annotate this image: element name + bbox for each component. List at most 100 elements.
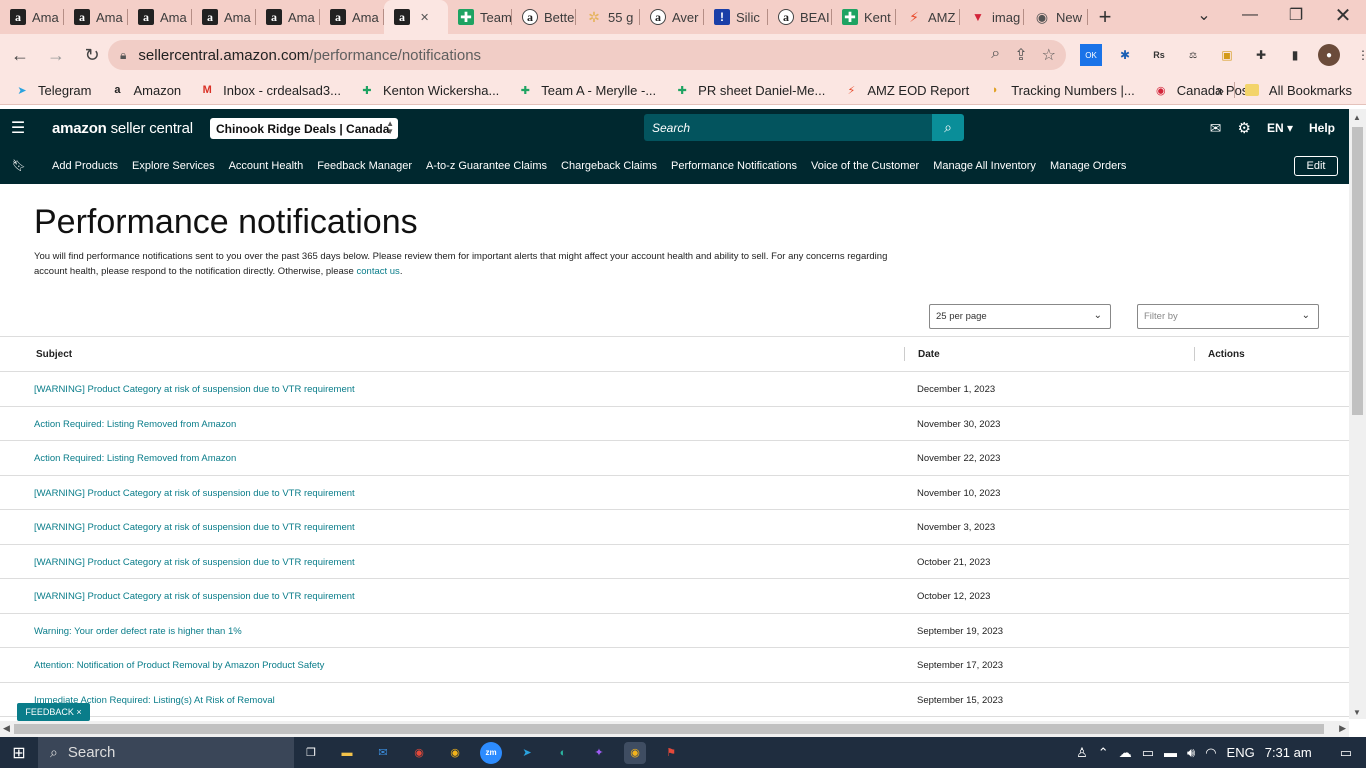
bookmark-item[interactable]: ✚ PR sheet Daniel-Me... <box>674 82 826 98</box>
cloud-icon[interactable]: ☁ <box>1119 745 1132 761</box>
filter-select[interactable]: Filter by ⌄ <box>1137 304 1319 329</box>
scroll-right-icon[interactable]: ▶ <box>1339 723 1346 734</box>
bookmark-item[interactable]: ◗ Tracking Numbers |... <box>987 82 1135 98</box>
tab-search-icon[interactable]: ⌄ <box>1181 0 1227 30</box>
chrome-menu-icon[interactable]: ⋮ <box>1352 44 1366 66</box>
browser-tab[interactable]: a Ama <box>256 0 320 34</box>
battery-icon[interactable]: ▬ <box>1164 745 1177 760</box>
nav-item[interactable]: Voice of the Customer <box>811 160 919 172</box>
back-icon[interactable]: ← <box>4 39 36 71</box>
mail-icon[interactable]: ✉ <box>1210 120 1222 137</box>
chrome-icon[interactable]: ◉ <box>444 742 466 764</box>
windows-start-icon[interactable]: ⊞ <box>0 737 38 768</box>
reload-icon[interactable]: ↻ <box>76 39 108 71</box>
side-panel-icon[interactable]: ▮ <box>1284 44 1306 66</box>
scroll-down-icon[interactable]: ▼ <box>1353 708 1361 717</box>
browser-tab[interactable]: a Ama <box>64 0 128 34</box>
search-input[interactable]: Search <box>644 114 934 141</box>
nav-item[interactable]: Feedback Manager <box>317 160 412 172</box>
store-selector[interactable]: Chinook Ridge Deals | Canada ▲ ▼ <box>210 118 398 139</box>
file-explorer-icon[interactable]: ▬ <box>336 742 358 764</box>
browser-tab[interactable]: ✚ Team <box>448 0 512 34</box>
close-icon[interactable]: ✕ <box>420 11 429 24</box>
browser-tab[interactable]: a Ama <box>128 0 192 34</box>
notification-subject-link[interactable]: Warning: Your order defect rate is highe… <box>34 626 242 637</box>
extension-ok-icon[interactable]: OK <box>1080 44 1102 66</box>
notification-subject-link[interactable]: Action Required: Listing Removed from Am… <box>34 453 236 464</box>
scroll-up-icon[interactable]: ▲ <box>1353 113 1361 122</box>
notification-subject-link[interactable]: [WARNING] Product Category at risk of su… <box>34 488 355 499</box>
zoom-icon[interactable]: ⌕ <box>991 45 1000 65</box>
browser-tab[interactable]: a Ama <box>320 0 384 34</box>
browser-tab[interactable]: a Aver <box>640 0 704 34</box>
scroll-left-icon[interactable]: ◀ <box>3 723 10 734</box>
notification-subject-link[interactable]: [WARNING] Product Category at risk of su… <box>34 384 355 395</box>
new-tab-icon[interactable]: + <box>1088 0 1122 34</box>
notification-subject-link[interactable]: [WARNING] Product Category at risk of su… <box>34 557 355 568</box>
browser-tab[interactable]: a Bette <box>512 0 576 34</box>
app-icon[interactable]: ⚑ <box>660 742 682 764</box>
nav-item[interactable]: Manage All Inventory <box>933 160 1036 172</box>
bookmark-flag-icon[interactable]: 🔖︎ <box>0 147 38 184</box>
browser-tab[interactable]: a BEAI <box>768 0 832 34</box>
notifications-icon[interactable]: ▭ <box>1340 745 1352 761</box>
notification-subject-link[interactable]: [WARNING] Product Category at risk of su… <box>34 591 355 602</box>
horizontal-scrollbar[interactable]: ◀ ▶ <box>0 721 1349 737</box>
chevron-up-icon[interactable]: ⌃ <box>1098 745 1109 761</box>
browser-tab[interactable]: ! Silic <box>704 0 768 34</box>
nav-item[interactable]: Manage Orders <box>1050 160 1126 172</box>
clock[interactable]: 7:31 am <box>1265 745 1312 760</box>
bookmark-item[interactable]: ⚡ AMZ EOD Report <box>843 82 969 98</box>
restore-button[interactable]: ❐ <box>1273 0 1319 30</box>
telegram-icon[interactable]: ➤ <box>516 742 538 764</box>
close-window-button[interactable]: ✕ <box>1320 0 1366 30</box>
extension-bug-icon[interactable]: ✱ <box>1114 44 1136 66</box>
browser-tab[interactable]: a ✕ <box>384 0 448 34</box>
bookmark-item[interactable]: a Amazon <box>109 82 181 98</box>
device-icon[interactable]: ▭ <box>1142 745 1154 761</box>
volume-icon[interactable]: 🔊︎ <box>1187 745 1195 761</box>
mail-icon[interactable]: ✉ <box>372 742 394 764</box>
bookmark-item[interactable]: ✚ Kenton Wickersha... <box>359 82 499 98</box>
edge-icon[interactable]: ◐ <box>552 742 574 764</box>
bookmark-item[interactable]: M Inbox - crdealsad3... <box>199 82 341 98</box>
scroll-thumb[interactable] <box>14 724 1324 734</box>
hamburger-menu-icon[interactable]: ☰ <box>0 109 36 147</box>
nav-item[interactable]: Chargeback Claims <box>561 160 657 172</box>
help-link[interactable]: Help <box>1309 121 1335 135</box>
nav-item[interactable]: Explore Services <box>132 160 215 172</box>
nav-item[interactable]: A-to-z Guarantee Claims <box>426 160 547 172</box>
bookmarks-more-icon[interactable]: » <box>1217 83 1224 98</box>
column-subject[interactable]: Subject <box>36 349 72 360</box>
browser-tab[interactable]: ✚ Kent <box>832 0 896 34</box>
forward-icon[interactable]: → <box>40 39 72 71</box>
nav-item[interactable]: Add Products <box>52 160 118 172</box>
share-icon[interactable]: ⇪ <box>1014 45 1027 65</box>
wifi-icon[interactable]: ◠ <box>1205 745 1216 761</box>
language-selector[interactable]: EN ▾ <box>1267 121 1293 135</box>
address-bar[interactable]: 🔒︎ sellercentral.amazon.com/performance/… <box>108 40 1066 70</box>
bookmark-item[interactable]: ➤ Telegram <box>14 82 91 98</box>
taskbar-search[interactable]: ⌕ Search <box>38 737 294 768</box>
task-view-icon[interactable]: ❐ <box>300 742 322 764</box>
seller-central-logo[interactable]: amazon seller central <box>52 120 193 137</box>
minimize-button[interactable]: — <box>1227 0 1273 30</box>
gear-icon[interactable]: ⚙ <box>1238 119 1251 137</box>
feedback-button[interactable]: FEEDBACK × <box>17 703 90 721</box>
extension-box-icon[interactable]: ▣ <box>1216 44 1238 66</box>
profile-avatar[interactable]: ● <box>1318 44 1340 66</box>
chrome-icon[interactable]: ◉ <box>408 742 430 764</box>
browser-tab[interactable]: ✲ 55 g <box>576 0 640 34</box>
column-date[interactable]: Date <box>918 349 940 360</box>
browser-tab[interactable]: a Ama <box>192 0 256 34</box>
contact-us-link[interactable]: contact us <box>357 266 400 277</box>
messenger-icon[interactable]: ✦ <box>588 742 610 764</box>
people-icon[interactable]: ♙ <box>1076 745 1088 761</box>
notification-subject-link[interactable]: Attention: Notification of Product Remov… <box>34 660 324 671</box>
browser-tab[interactable]: ◉ New <box>1024 0 1088 34</box>
nav-item[interactable]: Account Health <box>229 160 304 172</box>
browser-tab[interactable]: ▼ imag <box>960 0 1024 34</box>
vertical-scrollbar[interactable]: ▲ ▼ <box>1349 109 1366 719</box>
notification-subject-link[interactable]: Action Required: Listing Removed from Am… <box>34 419 236 430</box>
all-bookmarks[interactable]: All Bookmarks <box>1269 83 1352 98</box>
